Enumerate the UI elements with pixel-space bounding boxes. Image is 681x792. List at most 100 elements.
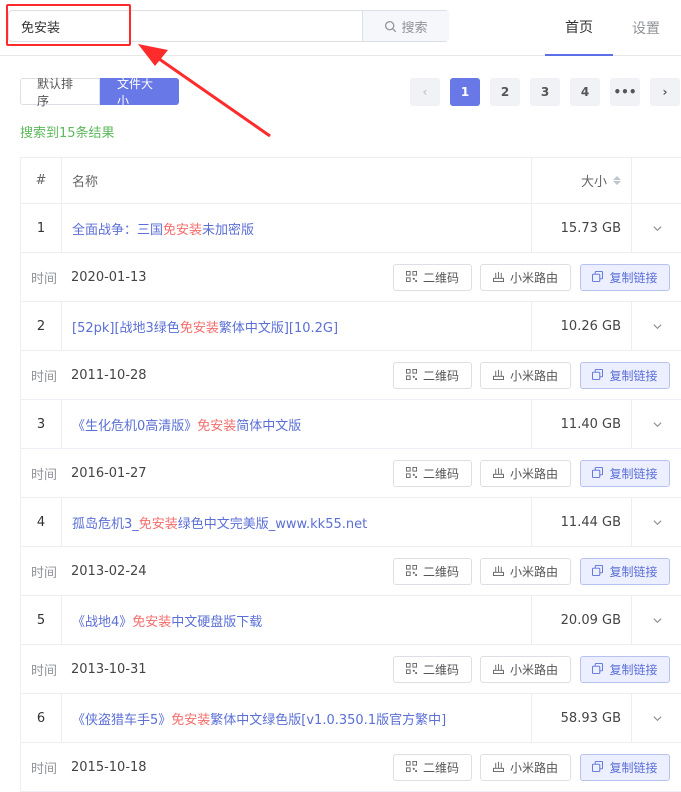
table-row: 6 《侠盗猎车手5》 免安装 繁体中文绿色版[v1.0.350.1版官方繁中] 58.9…: [21, 694, 681, 743]
nav-tab-home[interactable]: 首页: [545, 0, 613, 56]
copy-icon: [592, 270, 604, 285]
qrcode-button[interactable]: 二维码: [393, 754, 472, 781]
time-label: 时间: [31, 663, 58, 679]
pagination-page-2[interactable]: 2: [490, 78, 520, 106]
copy-link-button[interactable]: 复制链接: [580, 656, 670, 683]
qrcode-icon: [405, 270, 417, 285]
expand-chevron-icon[interactable]: [632, 204, 681, 252]
pagination-more-button[interactable]: •••: [610, 78, 640, 106]
copy-link-button[interactable]: 复制链接: [580, 264, 670, 291]
xiaomi-router-button[interactable]: 小米路由: [480, 460, 571, 487]
pagination-next-button[interactable]: ›: [650, 78, 680, 106]
qrcode-button-label: 二维码: [422, 271, 459, 285]
upload-date: 2013-02-24: [71, 563, 147, 579]
expand-chevron-icon[interactable]: [632, 498, 681, 546]
nav-settings-label: 设置: [632, 21, 660, 37]
expand-chevron-icon[interactable]: [632, 302, 681, 350]
file-size: 11.44 GB: [532, 498, 632, 546]
qrcode-button[interactable]: 二维码: [393, 558, 472, 585]
qrcode-icon: [405, 760, 417, 775]
file-name-keyword: 免安装: [132, 614, 172, 630]
router-icon: [492, 271, 504, 285]
file-size: 58.93 GB: [532, 694, 632, 742]
pagination-page-1[interactable]: 1: [450, 78, 480, 106]
router-icon: [492, 761, 504, 775]
header-size[interactable]: 大小: [532, 158, 632, 203]
file-name-link[interactable]: 孤岛危机3_ 免安装 绿色中文完美版_www.kk55.net: [62, 498, 532, 546]
annotation-highlight-box: [6, 4, 131, 46]
file-name-prefix: 《生化危机0高清版》: [72, 418, 198, 434]
time-label: 时间: [31, 565, 58, 581]
pagination-page-3[interactable]: 3: [530, 78, 560, 106]
xiaomi-router-button[interactable]: 小米路由: [480, 754, 571, 781]
copy-link-button[interactable]: 复制链接: [580, 362, 670, 389]
file-name-suffix: 繁体中文绿色版[v1.0.350.1版官方繁中]: [210, 712, 447, 728]
copy-link-button-label: 复制链接: [609, 369, 658, 383]
pagination-page-4[interactable]: 4: [570, 78, 600, 106]
expand-chevron-icon[interactable]: [632, 694, 681, 742]
qrcode-button-label: 二维码: [422, 663, 459, 677]
table-row: 4 孤岛危机3_ 免安装 绿色中文完美版_www.kk55.net 11.44 GB: [21, 498, 681, 547]
router-icon: [492, 565, 504, 579]
file-name-link[interactable]: [52pk][战地3绿色 免安装 繁体中文版][10.2G]: [62, 302, 532, 350]
router-icon: [492, 467, 504, 481]
table-detail-row: 时间 2013-02-24 二维码 小米路由 复制链接: [21, 547, 681, 596]
table-detail-row: 时间 2013-10-31 二维码 小米路由 复制链接: [21, 645, 681, 694]
copy-link-button[interactable]: 复制链接: [580, 754, 670, 781]
xiaomi-router-button[interactable]: 小米路由: [480, 656, 571, 683]
sort-button-group: 默认排序 文件大小: [20, 77, 179, 108]
row-index: 1: [21, 204, 62, 252]
row-index: 6: [21, 694, 62, 742]
file-name-link[interactable]: 《战地4》 免安装 中文硬盘版下载: [62, 596, 532, 644]
xiaomi-router-button-label: 小米路由: [509, 663, 558, 677]
xiaomi-router-button-label: 小米路由: [509, 271, 558, 285]
qrcode-button[interactable]: 二维码: [393, 460, 472, 487]
copy-link-button[interactable]: 复制链接: [580, 558, 670, 585]
qrcode-button-label: 二维码: [422, 761, 459, 775]
qrcode-icon: [405, 466, 417, 481]
qrcode-button[interactable]: 二维码: [393, 656, 472, 683]
upload-date: 2016-01-27: [71, 465, 147, 481]
search-button[interactable]: 搜索: [362, 11, 449, 41]
result-count: 搜索到15条结果: [20, 126, 115, 141]
copy-link-button[interactable]: 复制链接: [580, 460, 670, 487]
qrcode-button-label: 二维码: [422, 369, 459, 383]
file-size: 10.26 GB: [532, 302, 632, 350]
file-name-link[interactable]: 《侠盗猎车手5》 免安装 繁体中文绿色版[v1.0.350.1版官方繁中]: [62, 694, 532, 742]
file-name-prefix: 全面战争：三国: [72, 222, 164, 238]
row-index: 4: [21, 498, 62, 546]
results-table: # 名称 大小 1 全面战争：三国 免安装 未加密版 15.73 GB 时间 2020-01…: [20, 157, 681, 792]
qrcode-icon: [405, 368, 417, 383]
xiaomi-router-button-label: 小米路由: [509, 467, 558, 481]
nav-tab-settings[interactable]: 设置: [616, 0, 676, 56]
table-row: 3 《生化危机0高清版》 免安装 简体中文版 11.40 GB: [21, 400, 681, 449]
file-name-link[interactable]: 全面战争：三国 免安装 未加密版: [62, 204, 532, 252]
xiaomi-router-button-label: 小米路由: [509, 761, 558, 775]
table-row: 2 [52pk][战地3绿色 免安装 繁体中文版][10.2G] 10.26 GB: [21, 302, 681, 351]
xiaomi-router-button-label: 小米路由: [509, 565, 558, 579]
xiaomi-router-button[interactable]: 小米路由: [480, 558, 571, 585]
router-icon: [492, 663, 504, 677]
file-name-keyword: 免安装: [171, 712, 211, 728]
table-body: 1 全面战争：三国 免安装 未加密版 15.73 GB 时间 2020-01-13 二维码 小米…: [21, 204, 681, 792]
expand-chevron-icon[interactable]: [632, 596, 681, 644]
xiaomi-router-button-label: 小米路由: [509, 369, 558, 383]
copy-icon: [592, 368, 604, 383]
copy-link-button-label: 复制链接: [609, 565, 658, 579]
upload-date: 2020-01-13: [71, 269, 147, 285]
sort-caret-icon[interactable]: [613, 176, 621, 185]
pagination-prev-button[interactable]: ‹: [410, 78, 440, 106]
xiaomi-router-button[interactable]: 小米路由: [480, 264, 571, 291]
sort-default-button[interactable]: 默认排序: [20, 77, 100, 108]
qrcode-button[interactable]: 二维码: [393, 264, 472, 291]
qrcode-button[interactable]: 二维码: [393, 362, 472, 389]
file-name-prefix: 《侠盗猎车手5》: [72, 712, 172, 728]
router-icon: [492, 369, 504, 383]
file-name-link[interactable]: 《生化危机0高清版》 免安装 简体中文版: [62, 400, 532, 448]
xiaomi-router-button[interactable]: 小米路由: [480, 362, 571, 389]
sort-size-button[interactable]: 文件大小: [100, 77, 179, 108]
file-name-suffix: 繁体中文版][10.2G]: [218, 320, 339, 336]
copy-link-button-label: 复制链接: [609, 467, 658, 481]
file-name-prefix: 孤岛危机3_: [72, 516, 139, 532]
expand-chevron-icon[interactable]: [632, 400, 681, 448]
